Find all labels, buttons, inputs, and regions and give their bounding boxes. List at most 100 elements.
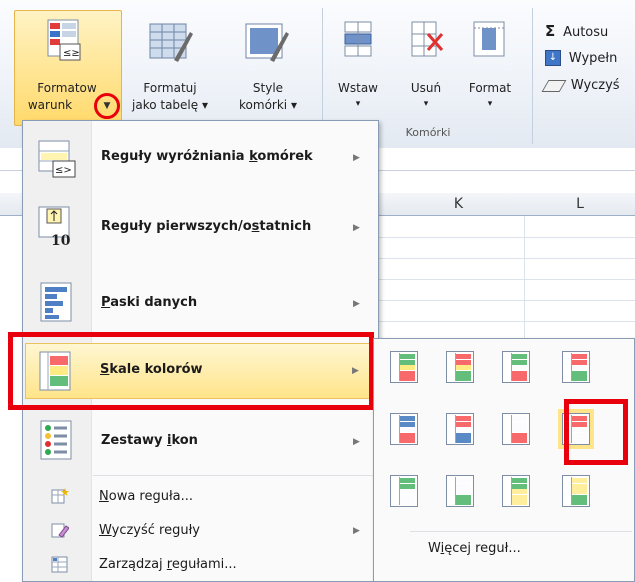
scale-swatch xyxy=(400,359,415,365)
color-scale-option-2[interactable] xyxy=(446,351,474,383)
menu-item-new-rule[interactable]: Nowa reguła... xyxy=(25,483,375,511)
format-as-table-icon[interactable] xyxy=(146,20,194,64)
scale-column xyxy=(448,353,456,381)
scale-swatch xyxy=(456,432,471,438)
color-scale-option-5[interactable] xyxy=(390,413,418,445)
scale-swatch xyxy=(512,489,527,494)
color-scale-option-4[interactable] xyxy=(562,351,590,383)
submenu-arrow-icon: ▶ xyxy=(353,299,360,309)
scale-swatch xyxy=(456,427,471,432)
menu-item-manage-rules[interactable]: Zarządzaj regułami... xyxy=(25,551,375,579)
gridline xyxy=(378,237,635,238)
scale-column xyxy=(564,353,572,381)
cell-styles-label-1: Style xyxy=(252,81,284,95)
scale-swatch xyxy=(456,500,471,505)
scale-swatch xyxy=(512,478,527,483)
top-bottom-icon: 10 xyxy=(37,205,77,249)
new-rule-icon xyxy=(51,487,69,505)
menu-item-top-bottom-rules[interactable]: 10 Reguły pierwszych/ostatnich ▶ xyxy=(25,201,375,253)
scale-column xyxy=(392,477,400,505)
menu-item-label: Zestawy ikon xyxy=(101,433,198,448)
scale-swatch xyxy=(572,478,587,483)
cell-styles-icon[interactable] xyxy=(244,20,290,64)
menu-item-clear-rules[interactable]: Wyczyść reguły ▶ xyxy=(25,517,375,545)
scale-column xyxy=(448,415,456,443)
submenu-arrow-icon: ▶ xyxy=(353,223,360,233)
format-cells-icon[interactable] xyxy=(470,20,508,60)
ten-text: 10 xyxy=(51,233,71,249)
scale-swatch xyxy=(512,370,527,376)
insert-dropdown[interactable]: ▾ xyxy=(348,96,368,112)
color-scale-option-3[interactable] xyxy=(502,351,530,383)
color-scale-option-10[interactable] xyxy=(446,475,474,507)
scale-swatch xyxy=(512,359,527,365)
scale-swatch xyxy=(400,365,415,370)
menu-item-label: Reguły pierwszych/ostatnich xyxy=(101,219,312,234)
autosum-button[interactable]: Σ Autosu xyxy=(545,22,635,44)
menu-item-highlight-rules[interactable]: ≤> Reguły wyróżniania komórek ▶ xyxy=(25,133,375,185)
autosum-label: Autosu xyxy=(563,25,609,40)
fill-down-icon: ↓ xyxy=(545,50,561,66)
scale-swatch xyxy=(400,432,415,438)
delete-dropdown[interactable]: ▾ xyxy=(416,96,436,112)
icon-sets-icon xyxy=(37,419,77,463)
gridline xyxy=(378,321,635,322)
scale-swatch xyxy=(512,376,527,381)
scale-swatch xyxy=(456,438,471,443)
column-header-k[interactable]: K xyxy=(392,193,526,216)
color-scale-option-6[interactable] xyxy=(446,413,474,445)
clear-button[interactable]: Wyczyś xyxy=(541,78,635,100)
more-rules-link[interactable]: Więcej reguł... xyxy=(428,541,521,556)
fill-label: Wypełn xyxy=(568,50,618,66)
scale-swatch xyxy=(400,427,415,432)
color-scale-option-1[interactable] xyxy=(390,351,418,383)
scale-swatch xyxy=(456,489,471,494)
sigma-icon: Σ xyxy=(545,22,556,40)
submenu-arrow-icon: ▶ xyxy=(353,153,360,163)
scale-column xyxy=(504,353,512,381)
conditional-formatting-label-1: Formatow xyxy=(37,81,97,95)
ribbon-separator xyxy=(532,8,533,144)
menu-separator xyxy=(93,475,373,476)
gridline xyxy=(378,279,635,280)
scale-swatch xyxy=(512,500,527,505)
cell-styles-label-2: komórki ▾ xyxy=(239,98,297,112)
submenu-arrow-icon: ▶ xyxy=(353,526,360,536)
scale-swatch xyxy=(456,365,471,370)
conditional-formatting-label-2: warunk xyxy=(27,98,73,112)
scale-swatch xyxy=(512,438,527,443)
scale-swatch xyxy=(512,483,527,489)
format-label: Format xyxy=(468,81,512,95)
fill-button[interactable]: ↓ Wypełn xyxy=(545,50,635,72)
insert-cells-icon[interactable] xyxy=(339,20,377,60)
color-scale-option-12[interactable] xyxy=(562,475,590,507)
highlight-cells-icon: ≤> xyxy=(37,139,77,179)
svg-text:≤≥: ≤≥ xyxy=(63,48,80,59)
cells-group-label: Komórki xyxy=(405,126,451,139)
scale-swatch xyxy=(512,427,527,432)
highlight-frame-color-scales xyxy=(8,332,374,410)
format-as-table-label-2: jako tabelę ▾ xyxy=(132,98,208,112)
scale-swatch xyxy=(400,354,415,359)
eraser-icon xyxy=(541,79,567,92)
menu-item-icon-sets[interactable]: Zestawy ikon ▶ xyxy=(25,415,375,467)
format-dropdown[interactable]: ▾ xyxy=(480,96,500,112)
scale-swatch xyxy=(512,354,527,359)
color-scale-option-11[interactable] xyxy=(502,475,530,507)
color-scale-option-7[interactable] xyxy=(502,413,530,445)
delete-cells-icon[interactable] xyxy=(408,20,446,60)
scale-swatch xyxy=(456,359,471,365)
column-header-l[interactable]: L xyxy=(525,193,635,216)
scale-swatch xyxy=(572,370,587,376)
scale-swatch xyxy=(456,421,471,427)
format-as-table-label-1: Formatuj xyxy=(143,81,197,95)
menu-item-label: Wyczyść reguły xyxy=(99,523,200,538)
scale-column xyxy=(564,477,572,505)
insert-label: Wstaw xyxy=(338,81,378,95)
scale-swatch xyxy=(400,421,415,427)
dropdown-arrow-icon[interactable]: ▼ xyxy=(94,93,120,119)
color-scale-option-9[interactable] xyxy=(390,475,418,507)
scale-swatch xyxy=(572,500,587,505)
scale-swatch xyxy=(456,494,471,500)
menu-item-data-bars[interactable]: Paski danych ▶ xyxy=(25,277,375,329)
